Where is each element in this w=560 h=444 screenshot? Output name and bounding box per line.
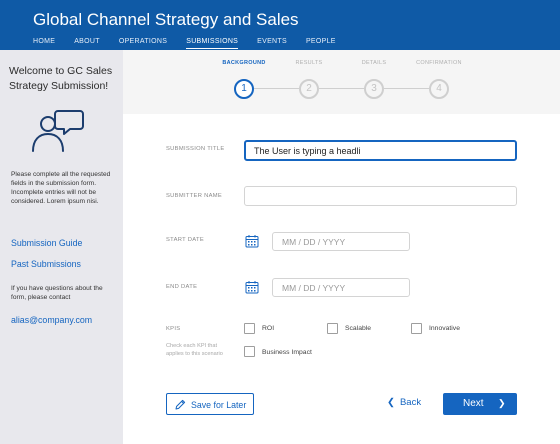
- save-for-later-button[interactable]: Save for Later: [166, 393, 254, 415]
- next-button[interactable]: Next ❯: [443, 393, 517, 415]
- step-connector: [384, 88, 429, 89]
- kpis-note: Check each KPI that applies to this scen…: [166, 343, 223, 357]
- kpi-roi-label: ROI: [262, 325, 275, 332]
- progress-stepper: BACKGROUND RESULTS DETAILS CONFIRMATION …: [123, 50, 560, 114]
- back-button[interactable]: ❮ Back: [387, 397, 421, 408]
- kpis-label: KPIS: [166, 326, 181, 332]
- step-connector: [254, 88, 299, 89]
- nav-item-submissions[interactable]: SUBMISSIONS: [186, 38, 239, 49]
- start-date-label: START DATE: [166, 237, 205, 243]
- back-label: Back: [399, 397, 422, 408]
- calendar-icon[interactable]: [245, 234, 259, 248]
- submitter-name-input[interactable]: [244, 186, 517, 206]
- end-date-label: END DATE: [166, 284, 198, 290]
- top-header: Global Channel Strategy and Sales HOME A…: [0, 0, 560, 50]
- kpi-innovative-checkbox[interactable]: [411, 323, 422, 334]
- nav-item-operations[interactable]: OPERATIONS: [119, 38, 167, 49]
- step-3-circle[interactable]: 3: [364, 79, 384, 99]
- save-for-later-label: Save for Later: [191, 400, 247, 410]
- kpi-innovative-label: Innovative: [429, 325, 460, 332]
- kpi-business-impact-label: Business Impact: [262, 349, 312, 356]
- main-nav: HOME ABOUT OPERATIONS SUBMISSIONS EVENTS…: [33, 38, 355, 49]
- kpi-roi-checkbox[interactable]: [244, 323, 255, 334]
- app-title: Global Channel Strategy and Sales: [33, 10, 299, 29]
- contact-text: If you have questions about the form, pl…: [11, 285, 103, 301]
- past-submissions-link[interactable]: Past Submissions: [11, 259, 81, 269]
- step-label-background: BACKGROUND: [222, 60, 266, 66]
- kpi-scalable-label: Scalable: [345, 325, 372, 332]
- nav-item-events[interactable]: EVENTS: [257, 38, 287, 49]
- nav-item-about[interactable]: ABOUT: [74, 38, 100, 49]
- submission-guide-link[interactable]: Submission Guide: [11, 238, 82, 248]
- submitter-name-label: SUBMITTER NAME: [166, 193, 223, 199]
- step-4-circle[interactable]: 4: [429, 79, 449, 99]
- step-label-details: DETAILS: [361, 60, 387, 66]
- next-label: Next: [463, 398, 484, 409]
- sidebar: Welcome to GC Sales Strategy Submission!…: [0, 50, 123, 444]
- contact-email-link[interactable]: alias@company.com: [11, 315, 92, 325]
- chevron-right-icon: ❯: [498, 398, 506, 408]
- welcome-heading: Welcome to GC Sales Strategy Submission!: [9, 65, 113, 92]
- step-1-circle[interactable]: 1: [234, 79, 254, 99]
- step-label-results: RESULTS: [295, 60, 323, 66]
- submission-title-label: SUBMISSION TITLE: [166, 146, 225, 152]
- calendar-icon[interactable]: [245, 280, 259, 294]
- step-connector: [319, 88, 364, 89]
- kpi-business-impact-checkbox[interactable]: [244, 346, 255, 357]
- nav-item-home[interactable]: HOME: [33, 38, 55, 49]
- step-2-circle[interactable]: 2: [299, 79, 319, 99]
- end-date-input[interactable]: [272, 278, 410, 297]
- chevron-left-icon: ❮: [387, 397, 395, 408]
- pencil-icon: [175, 399, 186, 410]
- nav-item-people[interactable]: PEOPLE: [306, 38, 336, 49]
- instructions-text: Please complete all the requested fields…: [11, 171, 111, 205]
- kpi-scalable-checkbox[interactable]: [327, 323, 338, 334]
- user-chat-icon: [32, 110, 84, 152]
- step-label-confirmation: CONFIRMATION: [416, 60, 462, 66]
- submission-title-input[interactable]: [244, 140, 517, 161]
- start-date-input[interactable]: [272, 232, 410, 251]
